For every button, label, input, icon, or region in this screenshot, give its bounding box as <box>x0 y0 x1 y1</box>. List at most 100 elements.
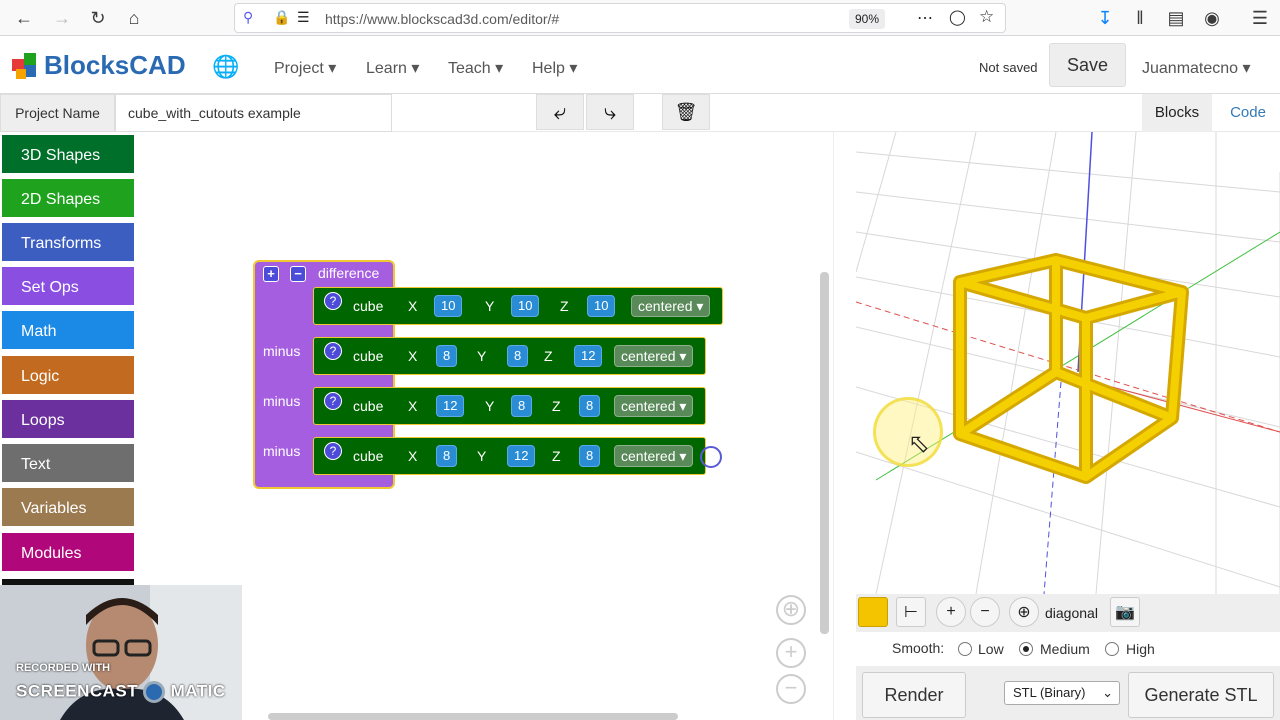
axis-x-label: X <box>408 448 418 464</box>
account-icon[interactable]: ◉ <box>1200 6 1224 30</box>
back-icon[interactable]: ← <box>12 6 36 30</box>
screencast-logo-icon <box>143 681 166 703</box>
zoom-out-view-icon[interactable]: − <box>970 597 1000 627</box>
bookmark-star-icon[interactable]: ☆ <box>979 7 994 27</box>
category-3d-shapes[interactable]: 3D Shapes <box>2 135 134 175</box>
menu-learn[interactable]: Learn ▾ <box>366 58 419 78</box>
trash-button[interactable]: 🗑 <box>662 94 710 130</box>
axes-toggle-icon[interactable]: ⊢ <box>896 597 926 627</box>
reset-view-icon[interactable]: ⊕ <box>1009 597 1039 627</box>
category-math[interactable]: Math <box>2 311 134 351</box>
category-transforms[interactable]: Transforms <box>2 223 134 263</box>
category-2d-shapes[interactable]: 2D Shapes <box>2 179 134 219</box>
project-name-label: Project Name <box>0 94 115 132</box>
zoom-indicator[interactable]: 90% <box>849 9 885 29</box>
logo[interactable]: BlocksCAD <box>10 50 186 81</box>
help-icon[interactable]: ? <box>324 442 342 460</box>
axis-y-label: Y <box>477 448 487 464</box>
category-logic[interactable]: Logic <box>2 356 134 396</box>
help-icon[interactable]: ? <box>324 392 342 410</box>
logo-text: BlocksCAD <box>44 50 186 80</box>
help-icon[interactable]: ? <box>324 292 342 310</box>
cube-label: cube <box>353 298 384 314</box>
x-value-field[interactable]: 10 <box>434 295 463 317</box>
centered-dropdown[interactable]: centered ▾ <box>631 295 711 317</box>
y-value-field[interactable]: 8 <box>507 345 529 367</box>
menu-project[interactable]: Project ▾ <box>274 58 336 78</box>
library-icon[interactable]: ‖ <box>1128 6 1152 30</box>
cube-label: cube <box>353 398 384 414</box>
pocket-icon[interactable]: ◯ <box>949 8 966 26</box>
y-value-field[interactable]: 8 <box>511 395 533 417</box>
category-modules[interactable]: Modules <box>2 533 134 573</box>
zoom-in-icon[interactable]: + <box>776 638 806 668</box>
zoom-in-view-icon[interactable]: + <box>936 597 966 627</box>
cube-label: cube <box>353 348 384 364</box>
x-value-field[interactable]: 8 <box>436 445 458 467</box>
menu-help[interactable]: Help ▾ <box>532 58 577 78</box>
recenter-icon[interactable]: ⊕ <box>776 595 806 625</box>
browser-toolbar: ← → ↻ ⌂ ⚲ 🔒 ☰ https://www.blockscad3d.co… <box>0 0 1280 36</box>
centered-dropdown[interactable]: centered ▾ <box>614 345 694 367</box>
difference-block-header: + − difference <box>253 260 395 286</box>
y-value-field[interactable]: 10 <box>511 295 540 317</box>
undo-button[interactable]: ⤶ <box>536 94 584 130</box>
cube-block[interactable]: ? cube X 10 Y 10 Z 10 centered ▾ <box>313 287 723 325</box>
smooth-medium-radio[interactable] <box>1019 642 1033 656</box>
z-value-field[interactable]: 8 <box>579 395 601 417</box>
workspace-horizontal-scrollbar[interactable] <box>268 713 678 720</box>
hamburger-menu-icon[interactable]: ☰ <box>1248 6 1272 30</box>
zoom-out-icon[interactable]: − <box>776 674 806 704</box>
axis-x-label: X <box>408 348 418 364</box>
user-menu[interactable]: Juanmatecno ▾ <box>1142 58 1251 78</box>
view-mode-label[interactable]: diagonal <box>1045 605 1098 621</box>
axis-x-label: X <box>408 298 418 314</box>
3d-viewer[interactable] <box>856 132 1280 594</box>
logo-icon <box>10 51 40 81</box>
tab-code[interactable]: Code <box>1220 94 1276 132</box>
category-set-ops[interactable]: Set Ops <box>2 267 134 307</box>
centered-dropdown[interactable]: centered ▾ <box>614 445 694 467</box>
more-icon[interactable]: ⋯ <box>917 8 933 28</box>
render-button[interactable]: Render <box>862 672 966 718</box>
url-bar[interactable]: ⚲ 🔒 ☰ https://www.blockscad3d.com/editor… <box>234 3 1006 33</box>
axis-z-label: Z <box>544 348 553 364</box>
home-icon[interactable]: ⌂ <box>122 6 146 30</box>
sidebar-icon[interactable]: ▤ <box>1164 6 1188 30</box>
globe-icon[interactable]: 🌐 <box>212 54 239 80</box>
minus-label: minus <box>263 393 301 409</box>
z-value-field[interactable]: 12 <box>574 345 603 367</box>
z-value-field[interactable]: 10 <box>587 295 616 317</box>
axis-z-label: Z <box>552 398 561 414</box>
download-icon[interactable]: ↧ <box>1093 6 1117 30</box>
help-icon[interactable]: ? <box>324 342 342 360</box>
remove-input-icon[interactable]: − <box>290 266 306 282</box>
tab-blocks[interactable]: Blocks <box>1142 94 1212 132</box>
smooth-low-radio[interactable] <box>958 642 972 656</box>
reload-icon[interactable]: ↻ <box>86 6 110 30</box>
y-value-field[interactable]: 12 <box>507 445 536 467</box>
cube-block[interactable]: ? cube X 12 Y 8 Z 8 centered ▾ <box>313 387 706 425</box>
category-text[interactable]: Text <box>2 444 134 484</box>
redo-button[interactable]: ⤷ <box>586 94 634 130</box>
project-name-input[interactable]: cube_with_cutouts example <box>115 94 392 132</box>
z-value-field[interactable]: 8 <box>579 445 601 467</box>
workspace-vertical-scrollbar[interactable] <box>820 272 829 634</box>
centered-dropdown[interactable]: centered ▾ <box>614 395 694 417</box>
category-loops[interactable]: Loops <box>2 400 134 440</box>
x-value-field[interactable]: 8 <box>436 345 458 367</box>
generate-stl-button[interactable]: Generate STL <box>1128 672 1274 718</box>
add-input-icon[interactable]: + <box>263 266 279 282</box>
category-variables[interactable]: Variables <box>2 488 134 528</box>
format-select[interactable]: STL (Binary) ⌄ <box>1004 681 1120 705</box>
forward-icon[interactable]: → <box>50 6 74 30</box>
cube-block[interactable]: ? cube X 8 Y 8 Z 12 centered ▾ <box>313 337 706 375</box>
save-button[interactable]: Save <box>1049 43 1126 87</box>
menu-teach[interactable]: Teach ▾ <box>448 58 503 78</box>
color-swatch[interactable] <box>858 597 888 627</box>
axis-y-label: Y <box>485 298 495 314</box>
smooth-high-radio[interactable] <box>1105 642 1119 656</box>
camera-icon[interactable]: 📷 <box>1110 597 1140 627</box>
x-value-field[interactable]: 12 <box>436 395 465 417</box>
cube-block[interactable]: ? cube X 8 Y 12 Z 8 centered ▾ <box>313 437 706 475</box>
